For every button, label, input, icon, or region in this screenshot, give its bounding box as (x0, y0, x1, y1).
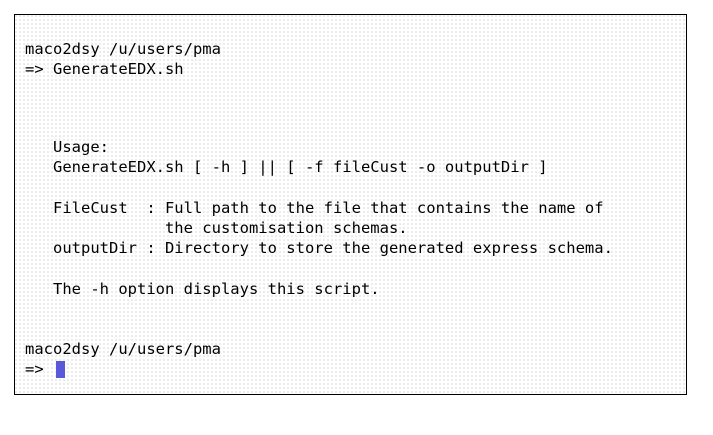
filecust-description-line: FileCust : Full path to the file that co… (25, 199, 604, 217)
prompt-path-line: maco2dsy /u/users/pma (25, 40, 221, 58)
help-option-line: The -h option displays this script. (25, 280, 380, 298)
usage-heading: Usage: (25, 138, 109, 156)
text-cursor[interactable] (56, 361, 65, 378)
filecust-description-continuation: the customisation schemas. (25, 219, 408, 237)
command-line: => GenerateEDX.sh (25, 60, 184, 78)
terminal-window[interactable]: maco2dsy /u/users/pma => GenerateEDX.sh … (14, 14, 687, 395)
outputdir-description-line: outputDir : Directory to store the gener… (25, 239, 613, 257)
prompt-arrow: => (25, 360, 53, 378)
active-prompt-line[interactable]: => (25, 359, 53, 379)
prompt-path-line-2: maco2dsy /u/users/pma (25, 340, 221, 358)
usage-syntax-line: GenerateEDX.sh [ -h ] || [ -f fileCust -… (25, 158, 548, 176)
